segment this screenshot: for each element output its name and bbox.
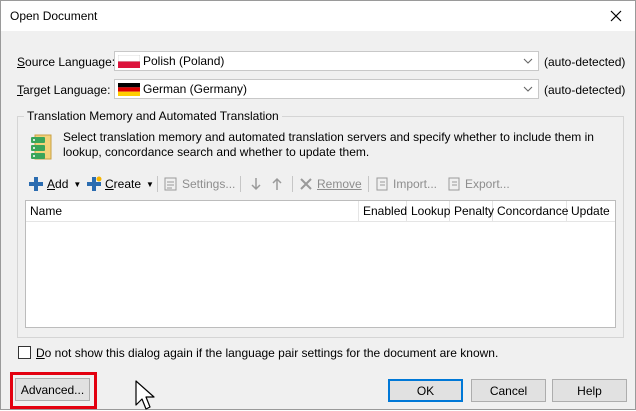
- settings-icon: [164, 177, 177, 191]
- dropdown-arrow-icon: ▼: [73, 179, 82, 189]
- column-header-penalty[interactable]: Penalty: [450, 201, 494, 222]
- create-button[interactable]: Create ▼: [86, 174, 154, 194]
- settings-button[interactable]: Settings...: [163, 174, 235, 194]
- dropdown-arrow-icon: ▼: [146, 179, 154, 189]
- tm-group-title: Translation Memory and Automated Transla…: [24, 109, 282, 123]
- source-auto-detected: (auto-detected): [544, 55, 626, 69]
- arrow-down-icon: [251, 178, 261, 191]
- germany-flag-icon: [118, 83, 140, 96]
- column-header-name[interactable]: Name: [26, 201, 359, 222]
- toolbar-separator: [240, 176, 241, 192]
- source-language-value: Polish (Poland): [143, 54, 225, 68]
- add-button[interactable]: Add ▼: [28, 174, 81, 194]
- source-language-label: Source Language:: [17, 55, 116, 69]
- toolbar-separator: [157, 176, 158, 192]
- translation-memory-icon: [31, 134, 52, 160]
- export-icon: [448, 177, 460, 191]
- poland-flag-icon: [118, 55, 140, 68]
- chevron-down-icon[interactable]: [520, 81, 536, 97]
- column-header-lookup[interactable]: Lookup: [407, 201, 450, 222]
- title-bar: Open Document: [1, 1, 635, 31]
- target-language-value: German (Germany): [143, 82, 248, 96]
- column-header-concordance[interactable]: Concordance: [493, 201, 568, 222]
- open-document-dialog: Open Document Source Language: Polish (P…: [0, 0, 636, 410]
- tm-description: Select translation memory and automated …: [63, 130, 594, 159]
- toolbar-separator: [292, 176, 293, 192]
- tm-grid[interactable]: Name Enabled Lookup Penalty Concordance …: [25, 200, 616, 328]
- plus-icon: [29, 177, 43, 191]
- column-header-enabled[interactable]: Enabled: [359, 201, 407, 222]
- advanced-highlight-box: [10, 372, 97, 409]
- move-down-button[interactable]: [248, 174, 267, 194]
- dialog-title: Open Document: [10, 9, 98, 23]
- chevron-down-icon[interactable]: [520, 53, 536, 69]
- do-not-show-checkbox[interactable]: [18, 346, 31, 359]
- do-not-show-label[interactable]: Do not show this dialog again if the lan…: [36, 346, 498, 360]
- close-icon[interactable]: [605, 5, 627, 27]
- toolbar-separator: [368, 176, 369, 192]
- grid-header: Name Enabled Lookup Penalty Concordance …: [26, 201, 615, 222]
- export-button[interactable]: Export...: [446, 174, 510, 194]
- remove-icon: [300, 178, 312, 190]
- target-language-select[interactable]: German (Germany): [114, 79, 539, 99]
- column-header-update[interactable]: Update: [567, 201, 615, 222]
- move-up-button[interactable]: [269, 174, 288, 194]
- create-icon: [87, 176, 102, 191]
- cancel-button[interactable]: Cancel: [471, 379, 546, 402]
- import-button[interactable]: Import...: [374, 174, 437, 194]
- arrow-up-icon: [272, 177, 282, 190]
- source-language-select[interactable]: Polish (Poland): [114, 51, 539, 71]
- target-auto-detected: (auto-detected): [544, 83, 626, 97]
- target-language-label: Target Language:: [17, 83, 111, 97]
- help-button[interactable]: Help: [552, 379, 627, 402]
- remove-button[interactable]: Remove: [298, 174, 362, 194]
- ok-button[interactable]: OK: [388, 379, 463, 402]
- import-icon: [376, 177, 388, 191]
- mouse-cursor-icon: [135, 380, 155, 410]
- tm-toolbar: Add ▼ Create ▼ Settings... Remove Import…: [26, 174, 616, 194]
